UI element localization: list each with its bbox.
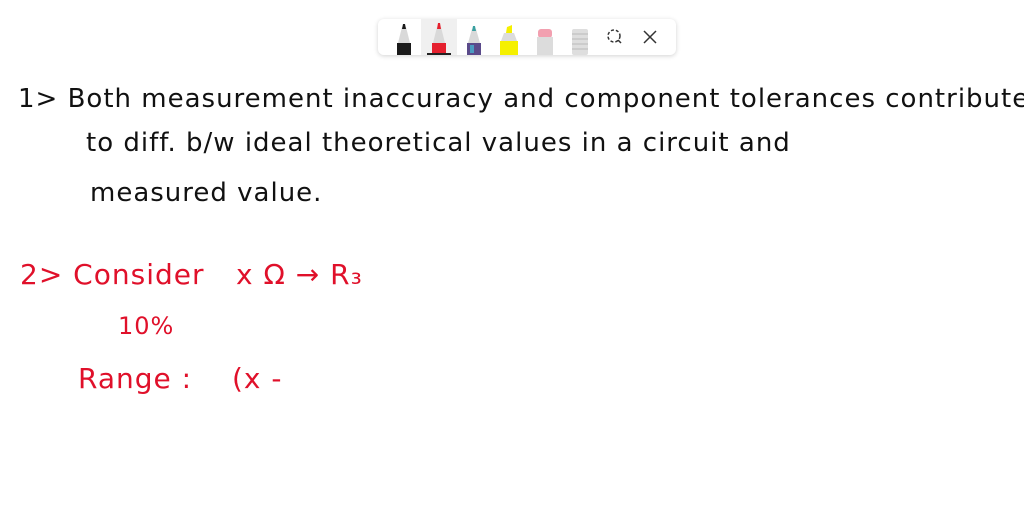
galaxy-pen-icon [467,26,482,55]
ruler-tool[interactable] [562,19,597,55]
note-range-expression: (x - [232,362,283,395]
galaxy-pen-tool[interactable] [457,19,492,55]
lasso-select-button[interactable] [598,19,633,55]
note-point1-line1: 1> Both measurement inaccuracy and compo… [18,84,1024,114]
close-icon [643,30,657,44]
black-pen-icon [396,24,411,55]
note-point1-line3: measured value. [90,178,323,208]
highlighter-tool[interactable] [492,19,527,55]
ruler-icon [571,29,588,55]
note-point1-line2: to diff. b/w ideal theoretical values in… [86,128,791,158]
close-toolbar-button[interactable] [633,19,668,55]
lasso-select-icon [607,29,622,44]
eraser-icon [536,29,553,55]
note-tolerance: 10% [118,312,175,340]
note-point2-label: 2> Consider [20,258,205,291]
red-pen-tool[interactable] [421,19,457,55]
note-range-label: Range : [78,362,193,395]
black-pen-tool[interactable] [386,19,421,55]
red-pen-icon [431,23,446,53]
note-point2-expression: x Ω → R₃ [236,258,363,291]
inking-toolbar [378,19,676,55]
eraser-tool[interactable] [527,19,562,55]
highlighter-icon [500,25,519,55]
